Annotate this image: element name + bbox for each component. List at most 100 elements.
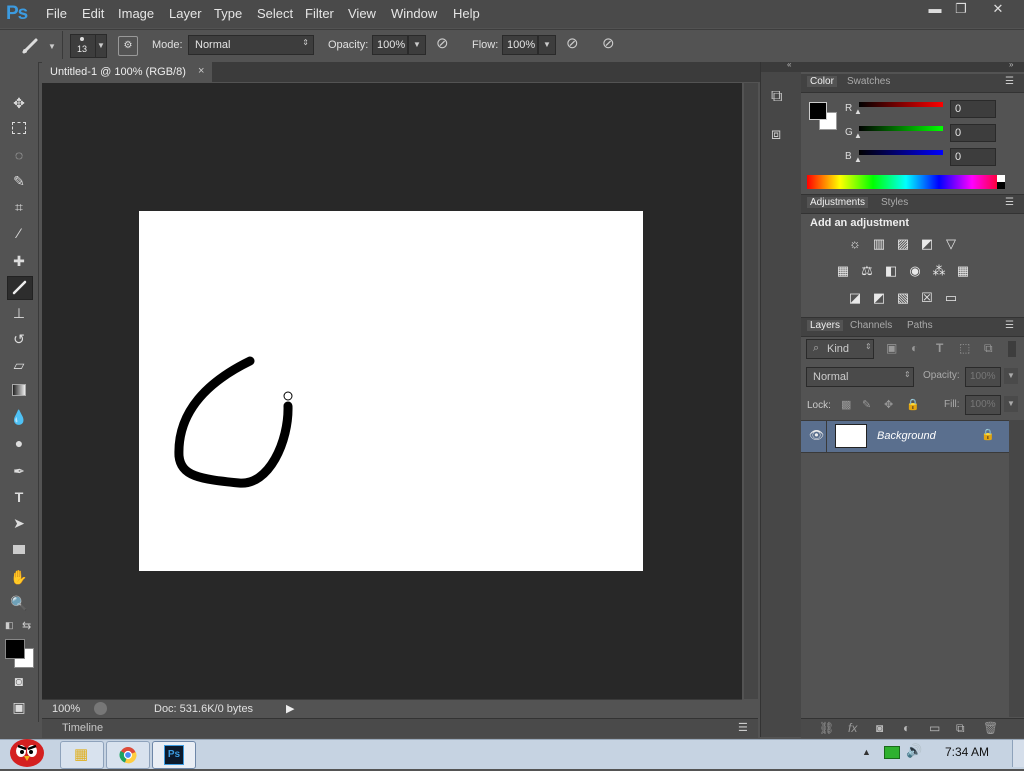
rectangle-tool-icon[interactable] xyxy=(7,538,31,560)
eyedropper-tool-icon[interactable]: ⁄ xyxy=(7,222,31,244)
menu-filter[interactable]: Filter xyxy=(305,6,334,21)
slider-handle-icon[interactable]: ▲ xyxy=(854,155,862,164)
start-button[interactable] xyxy=(4,733,50,768)
document-canvas[interactable] xyxy=(139,211,643,571)
smart-object-filter-icon[interactable]: ⧉ xyxy=(984,341,993,356)
close-tab-icon[interactable]: × xyxy=(198,65,204,77)
default-colors-icon[interactable]: ◧ xyxy=(5,620,14,631)
eye-visibility-icon[interactable]: 👁 xyxy=(809,428,824,442)
lock-transparency-icon[interactable]: ▩ xyxy=(841,398,851,411)
quick-selection-tool-icon[interactable]: ✎ xyxy=(7,170,31,192)
hand-tool-icon[interactable]: ✋ xyxy=(7,566,31,588)
slider-handle-icon[interactable]: ▲ xyxy=(854,107,862,116)
adjustment-filter-icon[interactable]: ◐ xyxy=(911,341,918,355)
zoom-level[interactable]: 100% xyxy=(52,703,80,715)
layer-mask-icon[interactable]: ◙ xyxy=(876,721,883,735)
red-slider[interactable] xyxy=(859,102,943,107)
pressure-size-icon[interactable]: ⊘ xyxy=(602,34,615,52)
volume-icon[interactable]: 🔊 xyxy=(906,743,922,759)
brush-size-dropdown[interactable]: ▼ xyxy=(95,34,107,58)
opacity-dropdown[interactable]: ▼ xyxy=(408,35,426,55)
brush-tool-preset-icon[interactable] xyxy=(18,34,46,56)
history-panel-icon[interactable]: ⧉ xyxy=(771,88,782,106)
red-value-input[interactable]: 0 xyxy=(950,100,996,118)
channel-mixer-icon[interactable]: ⁂ xyxy=(930,262,948,280)
menu-select[interactable]: Select xyxy=(257,6,293,21)
blue-value-input[interactable]: 0 xyxy=(950,148,996,166)
dodge-tool-icon[interactable]: ● xyxy=(7,432,31,454)
fill-dropdown[interactable]: ▼ xyxy=(1004,396,1018,412)
marquee-tool-icon[interactable] xyxy=(7,118,31,140)
tab-paths[interactable]: Paths xyxy=(907,320,933,331)
flow-input[interactable]: 100% xyxy=(502,35,538,55)
shape-filter-icon[interactable]: ⬚ xyxy=(959,341,970,355)
lock-position-icon[interactable]: ✥ xyxy=(884,398,893,411)
properties-panel-icon[interactable]: ⧈ xyxy=(771,126,781,144)
tab-styles[interactable]: Styles xyxy=(881,197,908,208)
brush-tool-icon[interactable] xyxy=(7,276,33,300)
blur-tool-icon[interactable]: 💧 xyxy=(7,406,31,428)
blue-slider[interactable] xyxy=(859,150,943,155)
airbrush-icon[interactable]: ⊘ xyxy=(566,34,579,52)
menu-edit[interactable]: Edit xyxy=(82,6,104,21)
layer-style-icon[interactable]: fx xyxy=(848,721,857,735)
layer-name[interactable]: Background xyxy=(877,430,936,442)
pen-tool-icon[interactable]: ✒ xyxy=(7,460,31,482)
move-tool-icon[interactable]: ✥ xyxy=(7,92,31,114)
swap-colors-icon[interactable]: ⇆ xyxy=(22,619,31,632)
timeline-label[interactable]: Timeline xyxy=(62,722,103,734)
curves-icon[interactable]: ▨ xyxy=(894,235,912,253)
foreground-color-swatch[interactable] xyxy=(809,102,827,120)
taskbar-clock[interactable]: 7:34 AM xyxy=(945,745,989,759)
green-value-input[interactable]: 0 xyxy=(950,124,996,142)
flow-dropdown[interactable]: ▼ xyxy=(538,35,556,55)
lock-all-icon[interactable]: 🔒 xyxy=(906,398,920,411)
tab-adjustments[interactable]: Adjustments xyxy=(807,197,869,208)
panel-menu-icon[interactable]: ☰ xyxy=(1005,320,1014,331)
pixel-filter-icon[interactable]: ▣ xyxy=(886,341,897,355)
crop-tool-icon[interactable]: ⌗ xyxy=(7,196,31,218)
taskbar-chrome-button[interactable] xyxy=(106,741,150,769)
gradient-map-icon[interactable]: ▭ xyxy=(942,289,960,307)
panel-menu-icon[interactable]: ☰ xyxy=(1005,197,1014,208)
hue-saturation-icon[interactable]: ▦ xyxy=(834,262,852,280)
history-brush-tool-icon[interactable]: ↺ xyxy=(7,328,31,350)
white-swatch[interactable] xyxy=(997,175,1005,182)
photo-filter-icon[interactable]: ◉ xyxy=(906,262,924,280)
new-layer-icon[interactable]: ⧉ xyxy=(956,721,965,736)
document-tab[interactable]: Untitled-1 @ 100% (RGB/8) × xyxy=(42,62,212,82)
taskbar-explorer-button[interactable]: ▦ xyxy=(60,741,104,769)
black-white-icon[interactable]: ◧ xyxy=(882,262,900,280)
layer-filter-select[interactable]: ⌕ Kind ⇕ xyxy=(806,339,874,359)
pressure-opacity-icon[interactable]: ⊘ xyxy=(436,34,449,52)
panel-menu-icon[interactable]: ☰ xyxy=(1005,76,1014,87)
layer-blend-mode-select[interactable]: Normal ⇕ xyxy=(806,367,914,387)
link-layers-icon[interactable]: ⛓ xyxy=(819,721,834,735)
foreground-color-swatch[interactable] xyxy=(5,639,25,659)
show-desktop-button[interactable] xyxy=(1012,740,1024,767)
filter-toggle[interactable] xyxy=(1008,341,1016,357)
layer-row[interactable]: 👁 Background 🔒 xyxy=(801,420,1009,453)
invert-icon[interactable]: ◪ xyxy=(846,289,864,307)
healing-brush-tool-icon[interactable]: ✚ xyxy=(7,250,31,272)
type-filter-icon[interactable]: T xyxy=(936,341,943,355)
color-balance-icon[interactable]: ⚖ xyxy=(858,262,876,280)
delete-layer-icon[interactable]: 🗑 xyxy=(983,721,998,735)
posterize-icon[interactable]: ◩ xyxy=(870,289,888,307)
opacity-input[interactable]: 100% xyxy=(372,35,408,55)
clone-stamp-tool-icon[interactable]: ⊥ xyxy=(7,302,31,324)
menu-image[interactable]: Image xyxy=(118,6,154,21)
gradient-tool-icon[interactable] xyxy=(7,380,31,402)
brightness-contrast-icon[interactable]: ☼ xyxy=(846,235,864,253)
menu-layer[interactable]: Layer xyxy=(169,6,202,21)
layer-opacity-dropdown[interactable]: ▼ xyxy=(1004,368,1018,384)
taskbar-photoshop-button[interactable]: Ps xyxy=(152,741,196,769)
chevron-down-icon[interactable]: ▼ xyxy=(48,42,56,51)
screen-mode-icon[interactable]: ▣ xyxy=(7,696,31,718)
collapse-dock-icon[interactable]: » xyxy=(1009,60,1013,69)
selective-color-icon[interactable]: ☒ xyxy=(918,289,936,307)
menu-view[interactable]: View xyxy=(348,6,376,21)
eraser-tool-icon[interactable]: ▱ xyxy=(7,354,31,376)
black-swatch[interactable] xyxy=(997,182,1005,189)
vibrance-icon[interactable]: ▽ xyxy=(942,235,960,253)
